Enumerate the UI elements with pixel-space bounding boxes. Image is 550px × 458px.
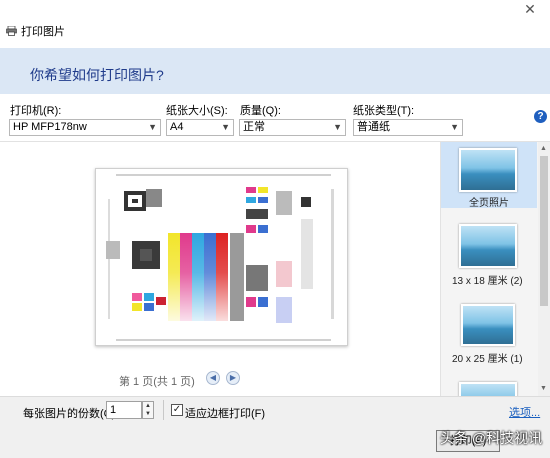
layout-item-partial[interactable] [441, 380, 537, 396]
paper-size-value: A4 [170, 121, 184, 133]
options-link[interactable]: 选项... [509, 404, 540, 420]
watermark: 头条 @科技视讯 [440, 430, 543, 446]
dialog-question: 你希望如何打印图片? [30, 67, 164, 83]
chevron-down-icon: ▼ [450, 122, 459, 132]
dialog-header: 你希望如何打印图片? [0, 48, 550, 94]
fit-label: 适应边框打印(F) [185, 408, 266, 420]
copies-input[interactable]: 1 [106, 401, 142, 419]
layout-item-full-page[interactable]: 全页照片 [441, 142, 537, 209]
scroll-down-icon[interactable]: ▼ [540, 385, 547, 392]
paper-type-select[interactable]: 普通纸 ▼ [353, 119, 463, 136]
paper-type-value: 普通纸 [357, 121, 390, 133]
layout-caption: 20 x 25 厘米 (1) [452, 354, 523, 365]
page-indicator: 第 1 页(共 1 页) [119, 376, 195, 388]
printer-label: 打印机(R): [10, 105, 62, 117]
print-options: 打印机(R): HP MFP178nw ▼ 纸张大小(S): A4 ▼ 质量(Q… [0, 94, 550, 142]
close-icon[interactable]: ✕ [520, 0, 540, 20]
divider [163, 400, 164, 420]
layout-scrollbar[interactable]: ▲ ▼ [538, 142, 550, 396]
print-icon [6, 26, 17, 36]
paper-size-select[interactable]: A4 ▼ [166, 119, 234, 136]
test-page-image [96, 169, 347, 345]
paper-type-label: 纸张类型(T): [353, 105, 415, 117]
quality-value: 正常 [243, 121, 265, 133]
scroll-up-icon[interactable]: ▲ [540, 145, 547, 152]
quality-label: 质量(Q): [240, 105, 281, 117]
help-icon[interactable]: ? [534, 110, 547, 123]
fit-checkbox[interactable]: ✓ [171, 404, 183, 416]
printer-select[interactable]: HP MFP178nw ▼ [9, 119, 161, 136]
chevron-down-icon: ▼ [333, 122, 342, 132]
scroll-thumb[interactable] [540, 156, 548, 306]
copies-spinner[interactable]: ▲ ▼ [142, 401, 154, 419]
previous-page-button[interactable]: ◀ [206, 371, 220, 385]
layout-item-13x18[interactable]: 13 x 18 厘米 (2) [441, 222, 537, 288]
layout-thumbnail [459, 224, 517, 268]
layout-thumbnail [459, 382, 517, 396]
title-bar: 打印图片 ✕ [0, 0, 550, 38]
layout-item-20x25[interactable]: 20 x 25 厘米 (1) [441, 302, 537, 368]
printer-value: HP MFP178nw [13, 121, 87, 133]
chevron-down-icon: ▼ [221, 122, 230, 132]
layout-thumbnail [459, 148, 517, 192]
layout-thumbnail [461, 304, 515, 346]
paper-size-label: 纸张大小(S): [166, 105, 228, 117]
copies-label: 每张图片的份数(C): [23, 408, 119, 420]
next-page-button[interactable]: ▶ [226, 371, 240, 385]
page-preview [95, 168, 348, 346]
chevron-down-icon: ▼ [148, 122, 157, 132]
window-title: 打印图片 [21, 26, 65, 38]
quality-select[interactable]: 正常 ▼ [239, 119, 346, 136]
layout-caption: 13 x 18 厘米 (2) [452, 276, 523, 287]
layout-caption: 全页照片 [469, 198, 509, 209]
